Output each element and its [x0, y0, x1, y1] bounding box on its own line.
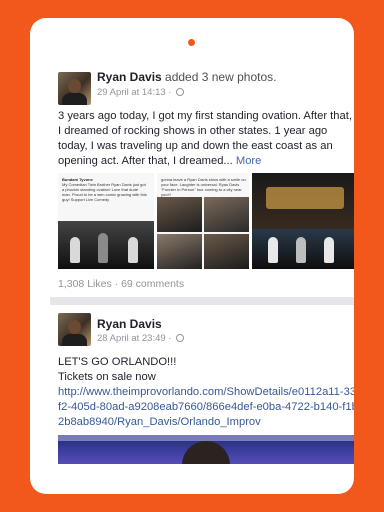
audience-image: [252, 229, 354, 269]
feed-post: Ryan Davis 28 April at 23:49 · LET'S GO …: [50, 305, 354, 464]
avatar[interactable]: [58, 72, 91, 105]
avatar[interactable]: [58, 313, 91, 346]
feed-post: Ryan Davis added 3 new photos. 29 April …: [50, 64, 354, 297]
post-divider: [50, 297, 354, 305]
photo-caption: gonna leave a Ryan Davis show with a smi…: [161, 177, 246, 197]
comments-count[interactable]: 69 comments: [121, 278, 184, 290]
camera-dot: [188, 39, 195, 46]
post-subline: Tickets on sale now: [58, 371, 156, 383]
photo-1[interactable]: Bundam Tyvone My Comedian Twin Brother R…: [58, 173, 154, 269]
photo-caption: Bundam Tyvone My Comedian Twin Brother R…: [62, 177, 147, 202]
tablet-frame: Ryan Davis added 3 new photos. 29 April …: [30, 18, 354, 494]
timestamp-text[interactable]: 28 April at 23:49 ·: [97, 333, 171, 344]
post-author[interactable]: Ryan Davis added 3 new photos.: [97, 70, 276, 84]
post-timestamp[interactable]: 28 April at 23:49 ·: [97, 333, 185, 344]
post-headline: LET'S GO ORLANDO!!!: [58, 356, 177, 368]
globe-icon: [176, 88, 185, 96]
post-timestamp[interactable]: 29 April at 14:13 ·: [97, 87, 185, 98]
venue-sign: [266, 187, 344, 209]
likes-count[interactable]: 1,308 Likes: [58, 278, 112, 290]
post-text: 3 years ago today, I got my first standi…: [58, 109, 354, 169]
stage-image: [58, 221, 154, 269]
globe-icon: [176, 334, 185, 342]
more-link[interactable]: More: [233, 155, 262, 167]
event-image[interactable]: [58, 435, 354, 464]
photo-collage: [157, 197, 249, 269]
photo-3[interactable]: [252, 173, 354, 269]
post-author[interactable]: Ryan Davis: [97, 317, 162, 331]
photo-grid: Bundam Tyvone My Comedian Twin Brother R…: [58, 173, 354, 269]
post-body: 3 years ago today, I got my first standi…: [58, 110, 352, 167]
post-text: LET'S GO ORLANDO!!! Tickets on sale now …: [58, 355, 354, 430]
news-feed[interactable]: Ryan Davis added 3 new photos. 29 April …: [50, 64, 354, 464]
post-stats: 1,308 Likes · 69 comments: [58, 278, 185, 290]
author-name[interactable]: Ryan Davis: [97, 317, 162, 331]
ticket-link[interactable]: http://www.theimprovorlando.com/ShowDeta…: [58, 385, 354, 430]
timestamp-text[interactable]: 29 April at 14:13 ·: [97, 87, 171, 98]
author-name[interactable]: Ryan Davis: [97, 70, 162, 84]
photo-2[interactable]: gonna leave a Ryan Davis show with a smi…: [157, 173, 249, 269]
post-action: added 3 new photos.: [161, 70, 277, 84]
